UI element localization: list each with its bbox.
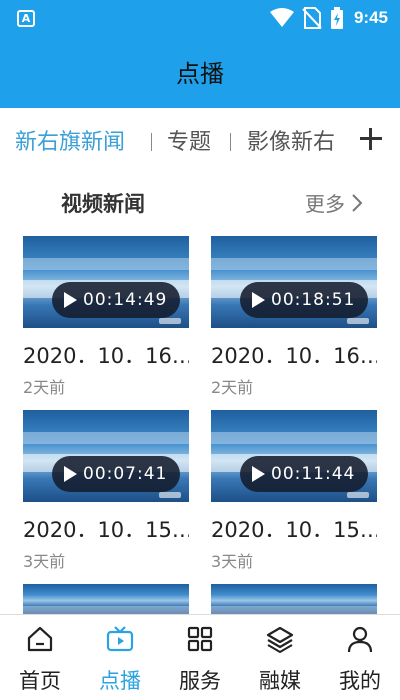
video-thumbnail-partial[interactable] (23, 584, 189, 614)
more-link[interactable]: 更多 (305, 188, 363, 217)
nav-item-me[interactable]: 我的 (320, 615, 400, 700)
add-channel-button[interactable] (356, 124, 386, 154)
nav-label: 服务 (179, 669, 221, 693)
play-duration-badge[interactable]: 00:14:49 (52, 282, 180, 318)
video-card[interactable]: 00:14:49 2020．10．16… 2天前 (23, 236, 189, 397)
play-icon (64, 292, 77, 308)
play-icon (64, 466, 77, 482)
video-time-ago: 2天前 (23, 378, 66, 397)
video-thumbnail[interactable]: 00:14:49 (23, 236, 189, 328)
status-bar: A 9:45 (0, 0, 400, 36)
tab-xinyouqi-news[interactable]: 新右旗新闻 (15, 124, 125, 156)
tab-image-xinyou[interactable]: 影像新右 (247, 124, 335, 156)
video-card[interactable]: 00:18:51 2020．10．16… 2天前 (211, 236, 377, 397)
wifi-icon (269, 8, 294, 27)
play-duration-badge[interactable]: 00:18:51 (240, 282, 368, 318)
video-thumbnail[interactable]: 00:07:41 (23, 410, 189, 502)
play-icon (252, 292, 265, 308)
nav-label: 融媒 (259, 669, 301, 693)
play-duration-badge[interactable]: 00:07:41 (52, 456, 180, 492)
status-icons: 9:45 (269, 7, 388, 29)
nav-label: 点播 (99, 669, 141, 693)
video-thumbnail-partial[interactable] (211, 584, 377, 614)
page-title: 点播 (176, 60, 224, 88)
layers-icon (266, 626, 294, 653)
nav-label: 我的 (339, 669, 381, 693)
home-icon (27, 626, 53, 652)
tab-special-topics[interactable]: 专题 (167, 124, 211, 156)
play-duration-badge[interactable]: 00:11:44 (240, 456, 368, 492)
no-sim-icon (302, 7, 322, 29)
nav-item-vod[interactable]: 点播 (80, 615, 160, 700)
bottom-navigation: 首页 点播 服务 融媒 我的 (0, 614, 400, 700)
video-thumbnail[interactable]: 00:18:51 (211, 236, 377, 328)
chevron-right-icon (352, 193, 363, 212)
video-title[interactable]: 2020．10．16… (23, 340, 189, 370)
battery-icon (330, 7, 343, 29)
category-tabs: 新右旗新闻 专题 影像新右 (0, 108, 400, 168)
video-title[interactable]: 2020．10．15… (23, 514, 189, 544)
tab-separator (151, 133, 152, 151)
notification-app-icon: A (17, 10, 35, 27)
status-time: 9:45 (353, 8, 388, 27)
nav-item-home[interactable]: 首页 (0, 615, 80, 700)
grid-icon (187, 626, 213, 652)
tab-separator (230, 133, 231, 151)
nav-item-media[interactable]: 融媒 (240, 615, 320, 700)
play-icon (252, 466, 265, 482)
person-icon (347, 626, 373, 653)
video-card[interactable]: 00:11:44 2020．10．15… 3天前 (211, 410, 377, 571)
title-bar: 点播 (0, 36, 400, 108)
more-label: 更多 (305, 192, 345, 216)
video-duration: 00:11:44 (271, 464, 356, 484)
tv-icon (106, 626, 134, 652)
nav-item-services[interactable]: 服务 (160, 615, 240, 700)
video-card[interactable]: 00:07:41 2020．10．15… 3天前 (23, 410, 189, 571)
nav-label: 首页 (19, 669, 61, 693)
video-thumbnail[interactable]: 00:11:44 (211, 410, 377, 502)
video-time-ago: 3天前 (23, 552, 66, 571)
video-duration: 00:14:49 (83, 290, 168, 310)
video-duration: 00:18:51 (271, 290, 356, 310)
video-duration: 00:07:41 (83, 464, 168, 484)
section-title: 视频新闻 (61, 192, 145, 216)
video-title[interactable]: 2020．10．16… (211, 340, 377, 370)
video-time-ago: 2天前 (211, 378, 254, 397)
video-time-ago: 3天前 (211, 552, 254, 571)
video-title[interactable]: 2020．10．15… (211, 514, 377, 544)
